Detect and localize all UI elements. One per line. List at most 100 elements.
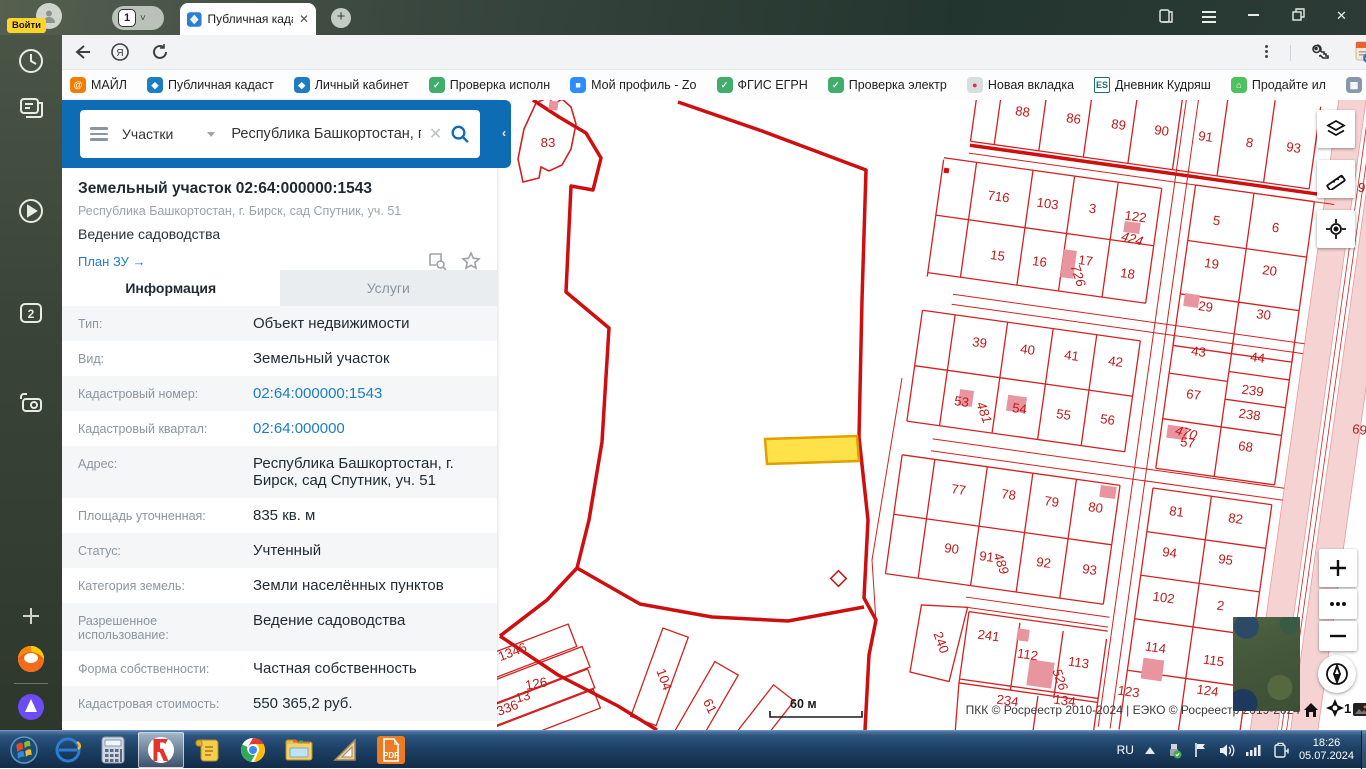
history-icon[interactable]	[15, 45, 47, 77]
video-icon[interactable]	[15, 195, 47, 227]
extension-key-icon[interactable]	[1310, 42, 1332, 67]
zoom-out-button[interactable]	[1319, 621, 1357, 651]
set-square-icon[interactable]	[329, 734, 361, 766]
bookmark-item[interactable]: ⌂Продайте ил	[1231, 77, 1326, 93]
tab-services[interactable]: Услуги	[280, 270, 498, 306]
yandex-browser-icon[interactable]	[15, 643, 47, 675]
close-button[interactable]: ✕	[1336, 8, 1347, 24]
minimap-satellite[interactable]	[1233, 617, 1300, 711]
plan-zu-link[interactable]: План ЗУ →	[78, 254, 146, 269]
internet-explorer-icon[interactable]	[52, 734, 84, 766]
compass-button[interactable]	[1318, 655, 1356, 693]
bookmark-item[interactable]: ESДневник Кудряш	[1094, 77, 1211, 93]
collapse-panel-button[interactable]: ‹	[497, 100, 511, 168]
object-usage: Ведение садоводства	[78, 226, 481, 242]
browser-toolbar: Я pkk.rosreestr.ru Публичная кадастровая…	[62, 35, 1366, 70]
pdf-extension-icon[interactable]	[1352, 40, 1366, 69]
favorite-star-icon[interactable]	[461, 251, 481, 271]
browser-icon: ●	[967, 77, 983, 93]
preview-icon[interactable]	[427, 251, 447, 271]
volume-icon[interactable]	[1218, 743, 1235, 758]
parcel-label: 8	[1245, 135, 1254, 151]
bookmark-item[interactable]: ◆Личный кабинет	[294, 77, 409, 93]
building-footprint	[1016, 628, 1030, 642]
detail-value-link[interactable]: 02:64:000000	[253, 420, 357, 437]
home-icon[interactable]	[1303, 702, 1319, 723]
search-category[interactable]: Участки	[122, 126, 173, 142]
parcel-label: 102	[1152, 589, 1176, 607]
yandex-search-icon[interactable]: Я	[110, 42, 130, 67]
safely-remove-icon[interactable]	[1273, 742, 1289, 758]
menu-icon[interactable]	[1202, 8, 1216, 26]
hidden-icons-arrow[interactable]	[1144, 746, 1156, 755]
bookmark-item[interactable]: ▦	[1346, 77, 1362, 93]
bookmark-item[interactable]: ■Мой профиль - Zo	[570, 77, 696, 93]
kebab-menu-icon[interactable]	[1265, 43, 1268, 60]
tabs-counter-icon[interactable]: 2	[15, 297, 47, 329]
language-indicator[interactable]: RU	[1117, 743, 1134, 757]
building-icon: ▦	[1346, 77, 1362, 93]
detail-label: Вид:	[78, 350, 253, 367]
bookmark-item[interactable]: ✓Проверка исполн	[429, 77, 550, 93]
detail-label: Кадастровый номер:	[78, 385, 253, 402]
clear-search-icon[interactable]: ✕	[429, 124, 442, 144]
search-icon[interactable]	[450, 123, 470, 145]
locate-button[interactable]	[1317, 210, 1355, 248]
bookmark-item[interactable]: @МАЙЛ	[70, 77, 127, 93]
layers-button[interactable]	[1317, 110, 1355, 148]
selected-parcel[interactable]	[765, 436, 859, 464]
parcel-label: 19	[1203, 255, 1220, 272]
zoom-in-button[interactable]	[1319, 549, 1357, 587]
panels-icon[interactable]	[1158, 8, 1174, 27]
tab-close-icon[interactable]: ✕	[299, 12, 309, 26]
browser-tab[interactable]: Публичная кадастрова ✕	[180, 3, 316, 35]
menu-burger-icon[interactable]	[90, 124, 108, 144]
detail-value-link[interactable]: 02:64:000000:1543	[253, 385, 394, 402]
detail-row: Вид:Земельный участок	[62, 341, 497, 376]
bookmark-item[interactable]: ✓ФГИС ЕГРН	[717, 77, 808, 93]
bookmark-item[interactable]: ◆Публичная кадаст	[147, 77, 274, 93]
chevron-down-icon[interactable]	[207, 132, 215, 137]
search-box[interactable]: Участки Республика Башкортостан, г. ✕	[80, 110, 480, 158]
add-panel-icon[interactable]	[15, 600, 47, 632]
detail-label: Разрешенное использование:	[78, 612, 253, 642]
file-explorer-icon[interactable]	[283, 734, 315, 766]
bookmark-label: ФГИС ЕГРН	[738, 78, 808, 92]
screenshot-icon[interactable]	[15, 387, 47, 419]
show-desktop-button[interactable]	[1361, 731, 1366, 769]
new-tab-button[interactable]: +	[331, 8, 351, 28]
signin-badge[interactable]: Войти	[7, 18, 46, 33]
pdf-app-icon[interactable]: PDF	[375, 734, 407, 766]
scroll-document-icon[interactable]	[191, 734, 223, 766]
usb-device-icon[interactable]	[1166, 742, 1183, 759]
minimize-button[interactable]	[1248, 14, 1259, 16]
parcel-label: 69	[1351, 421, 1366, 438]
tab-group-pill[interactable]: 1 ˅	[112, 6, 164, 30]
back-icon[interactable]	[72, 42, 92, 67]
parcel-label: 114	[1144, 639, 1167, 657]
map-canvas[interactable]: 8388868990918937161033122424151617726185…	[497, 100, 1366, 730]
marker-diamond-icon[interactable]	[1325, 698, 1345, 723]
restore-button[interactable]	[1292, 8, 1305, 24]
detail-label: Статус:	[78, 542, 253, 559]
reload-icon[interactable]	[150, 42, 170, 67]
zoom-levels-button[interactable]	[1319, 589, 1357, 619]
calculator-icon[interactable]	[97, 734, 129, 766]
clock-time: 18:26	[1299, 737, 1354, 750]
bookmark-item[interactable]: ●Новая вкладка	[967, 77, 1074, 93]
alice-assistant-icon[interactable]	[15, 691, 47, 723]
search-input[interactable]: Республика Башкортостан, г.	[231, 126, 421, 142]
measure-ruler-button[interactable]	[1317, 160, 1355, 198]
action-center-flag-icon[interactable]	[1193, 742, 1208, 758]
taskbar-clock[interactable]: 18:26 05.07.2024	[1299, 737, 1362, 763]
tab-information[interactable]: Информация	[62, 270, 280, 306]
parcel-label: 104	[653, 667, 675, 693]
yandex-browser-taskbar-icon[interactable]	[145, 734, 177, 766]
network-signal-icon[interactable]	[1245, 743, 1263, 757]
start-button[interactable]	[8, 734, 40, 766]
feed-icon[interactable]	[15, 91, 47, 123]
photo-layer-icon[interactable]	[1353, 703, 1366, 721]
chrome-icon[interactable]	[237, 734, 269, 766]
bookmark-item[interactable]: ✓Проверка электр	[828, 77, 947, 93]
detail-label: Категория земель:	[78, 577, 253, 594]
